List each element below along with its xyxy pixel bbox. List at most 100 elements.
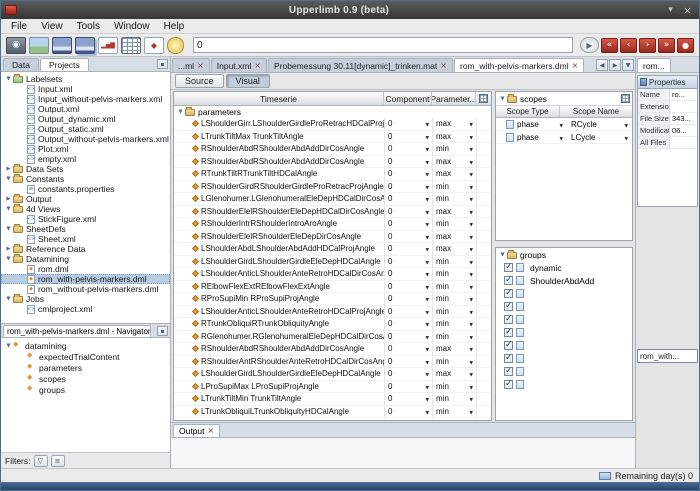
step-back-icon[interactable] (620, 38, 637, 53)
editor-tab[interactable]: rom_with-pelvis-markers.dml (454, 58, 584, 72)
group-checkbox[interactable] (504, 367, 513, 376)
parameter-dropdown[interactable]: min (432, 331, 476, 343)
scope-name-dropdown[interactable]: LCycle (567, 133, 632, 142)
property-row[interactable]: File Size 343... (638, 113, 697, 125)
parameter-row[interactable]: LShoulderAnticLShoulderAnteRetroHDCalPro… (174, 306, 491, 319)
navigator-item[interactable]: scopes (1, 373, 170, 384)
navigator-item[interactable]: parameters (1, 362, 170, 373)
scope-name-dropdown[interactable]: RCycle (567, 120, 632, 129)
parameter-dropdown[interactable]: max (432, 168, 476, 180)
component-dropdown[interactable]: 0 (384, 181, 432, 193)
export-icon[interactable] (144, 37, 164, 54)
properties-strip-tab[interactable]: rom... (637, 58, 671, 72)
parameter-dropdown[interactable]: max (432, 368, 476, 380)
view-toggle-button[interactable]: Source (175, 74, 224, 88)
bulb-icon[interactable] (167, 37, 184, 54)
navigator-tab[interactable]: rom_with-pelvis-markers.dml - Navigator (3, 325, 151, 337)
group-checkbox[interactable] (504, 380, 513, 389)
left-panel-tab[interactable]: Data (3, 58, 39, 71)
parameter-dropdown[interactable]: min (432, 381, 476, 393)
component-dropdown[interactable]: 0 (384, 193, 432, 205)
parameter-dropdown[interactable]: max (432, 131, 476, 143)
group-checkbox[interactable] (504, 341, 513, 350)
expander-icon[interactable] (4, 164, 13, 174)
parameter-dropdown[interactable]: min (432, 218, 476, 230)
parameter-dropdown[interactable]: min (432, 193, 476, 205)
parameter-row[interactable]: LTrunkObliquiLTrunkObliquityHDCalAngle 0… (174, 406, 491, 419)
expander-icon[interactable] (4, 244, 13, 254)
expander-icon[interactable] (4, 254, 13, 264)
group-row[interactable] (496, 326, 632, 339)
tree-item[interactable]: 4d Views (1, 204, 170, 214)
properties-titlebar[interactable]: Properties (638, 76, 697, 89)
component-dropdown[interactable]: 0 (384, 168, 432, 180)
expander-icon[interactable] (4, 294, 13, 304)
play-icon[interactable] (580, 37, 599, 53)
tree-item[interactable]: constants.properties (1, 184, 170, 194)
expander-icon[interactable] (176, 107, 185, 117)
component-dropdown[interactable]: 0 (384, 293, 432, 305)
parameter-row[interactable]: LShoulderAbdLShoulderAbdAddHDCalProjAngl… (174, 243, 491, 256)
group-row[interactable] (496, 313, 632, 326)
frame-input[interactable] (193, 37, 573, 53)
expander-icon[interactable] (4, 224, 13, 234)
parameter-dropdown[interactable]: min (432, 356, 476, 368)
group-checkbox[interactable] (504, 276, 513, 285)
component-dropdown[interactable]: 0 (384, 268, 432, 280)
component-dropdown[interactable]: 0 (384, 206, 432, 218)
component-dropdown[interactable]: 0 (384, 306, 432, 318)
component-dropdown[interactable]: 0 (384, 156, 432, 168)
parameter-dropdown[interactable]: min (432, 256, 476, 268)
parameter-dropdown[interactable]: min (432, 393, 476, 405)
expander-icon[interactable] (4, 74, 13, 84)
shade-window-icon[interactable] (663, 4, 678, 17)
navigator-item[interactable]: expectedTrialContent (1, 351, 170, 362)
parameter-dropdown[interactable]: min (432, 268, 476, 280)
editor-tab[interactable]: Input.xml (211, 58, 267, 72)
camera-icon[interactable] (6, 37, 26, 54)
component-dropdown[interactable]: 0 (384, 393, 432, 405)
component-dropdown[interactable]: 0 (384, 381, 432, 393)
group-row[interactable]: dynamic (496, 261, 632, 274)
component-dropdown[interactable]: 0 (384, 131, 432, 143)
property-row[interactable]: Modificatio 06... (638, 125, 697, 137)
property-row[interactable]: Name ro... (638, 89, 697, 101)
filter-list-icon[interactable]: ≡ (51, 455, 65, 467)
parameter-dropdown[interactable]: max (432, 343, 476, 355)
group-row[interactable] (496, 365, 632, 378)
tree-item[interactable]: Input_without-pelvis-markers.xml (1, 94, 170, 104)
group-checkbox[interactable] (504, 289, 513, 298)
parameter-dropdown[interactable]: max (432, 231, 476, 243)
close-window-icon[interactable] (680, 4, 695, 17)
parameters-root-row[interactable]: parameters (174, 106, 491, 118)
parameter-row[interactable]: RGlenohumer.RGlenohumeralEleDepHDCalDirC… (174, 331, 491, 344)
column-header-scope-type[interactable]: Scope Type (496, 106, 560, 117)
tree-item[interactable]: empty.xml (1, 154, 170, 164)
editor-tab[interactable]: Probemessung 30.11[dynamic]_trinken.mat (268, 58, 453, 72)
navigator-item[interactable]: datamining (1, 340, 170, 351)
parameter-row[interactable]: LShoulderGirdLShoulderGirdleEleDepHDCalA… (174, 256, 491, 269)
tree-item[interactable]: rom_without-pelvis-markers.dml (1, 284, 170, 294)
parameter-row[interactable]: RTrunkObliquiRTrunkObliquityAngle 0 min (174, 318, 491, 331)
parameter-dropdown[interactable]: max (432, 156, 476, 168)
titlebar[interactable]: Upperlimb 0.9 (beta) (1, 1, 699, 19)
expander-icon[interactable] (4, 341, 13, 351)
tree-item[interactable]: rom.dml (1, 264, 170, 274)
tree-item[interactable]: Output_dynamic.xml (1, 114, 170, 124)
scope-row[interactable]: phase RCycle (496, 118, 632, 131)
component-dropdown[interactable]: 0 (384, 356, 432, 368)
skip-start-icon[interactable] (601, 38, 618, 53)
menu-item[interactable]: Tools (70, 19, 107, 33)
group-checkbox[interactable] (504, 315, 513, 324)
parameter-row[interactable]: LTrunkTiltMin TrunkTiltAngle 0 min (174, 393, 491, 406)
property-row[interactable]: All Files (638, 137, 697, 149)
close-output-icon[interactable] (208, 427, 215, 435)
menu-item[interactable]: View (34, 19, 70, 33)
expander-icon[interactable] (4, 174, 13, 184)
component-dropdown[interactable]: 0 (384, 231, 432, 243)
tree-item[interactable]: cmlproject.xml (1, 304, 170, 314)
scope-row[interactable]: phase LCycle (496, 131, 632, 144)
save-all-icon[interactable] (75, 37, 95, 54)
parameter-row[interactable]: RProSupiMin RProSupiProjAngle 0 min (174, 293, 491, 306)
parameter-row[interactable]: LProSupiMax LProSupiProjAngle 0 min (174, 381, 491, 394)
